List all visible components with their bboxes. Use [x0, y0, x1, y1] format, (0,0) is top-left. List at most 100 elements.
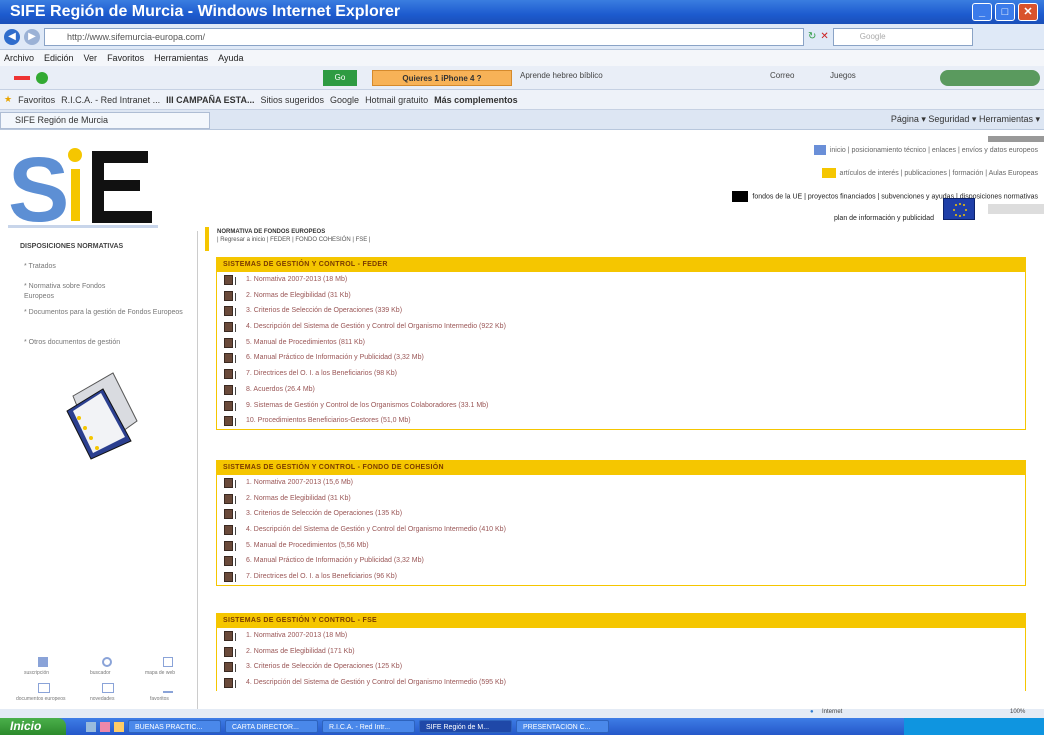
refresh-icon[interactable]: ↻	[808, 31, 816, 42]
tab-sife[interactable]: SIFE Región de Murcia	[0, 112, 210, 129]
back-button[interactable]: ◀	[4, 28, 20, 45]
quicklaunch-icon[interactable]	[100, 721, 110, 732]
section-links[interactable]: | Regresar a inicio | FEDER | FONDO COHE…	[217, 237, 1025, 243]
item-label[interactable]: 4. Descripción del Sistema de Gestión y …	[246, 323, 506, 330]
correo-link[interactable]: Correo	[770, 71, 794, 80]
list-item[interactable]: 4. Descripción del Sistema de Gestión y …	[217, 319, 1025, 335]
sidebar-item-documentos[interactable]: * Documentos para la gestión de Fondos E…	[24, 308, 194, 318]
item-label[interactable]: 9. Sistemas de Gestión y Control de los …	[246, 402, 488, 409]
item-label[interactable]: 6. Manual Práctico de Información y Publ…	[246, 354, 424, 361]
fav-item-google[interactable]: Google	[330, 95, 359, 105]
item-label[interactable]: 8. Acuerdos (26.4 Mb)	[246, 386, 315, 393]
juegos-link[interactable]: Juegos	[830, 71, 856, 80]
item-label[interactable]: 7. Directrices del O. I. a los Beneficia…	[246, 573, 397, 580]
list-item[interactable]: 4. Descripción del Sistema de Gestión y …	[217, 522, 1025, 538]
fav-item-hotmail[interactable]: Hotmail gratuito	[365, 95, 428, 105]
list-item[interactable]: 8. Acuerdos (26.4 Mb)	[217, 382, 1025, 398]
promo-button[interactable]: Quieres 1 iPhone 4 ?	[372, 70, 512, 86]
taskbar-item[interactable]: R.I.C.A. - Red Intr...	[322, 720, 415, 733]
start-button[interactable]: Inicio	[0, 718, 66, 735]
item-label[interactable]: 4. Descripción del Sistema de Gestión y …	[246, 526, 506, 533]
list-item[interactable]: 5. Manual de Procedimientos (811 Kb)	[217, 335, 1025, 351]
menu-item-archivo[interactable]: Archivo	[4, 50, 34, 66]
toolbar-search-field[interactable]	[940, 70, 1040, 86]
list-item[interactable]: 2. Normas de Elegibilidad (171 Kb)	[217, 644, 1025, 660]
list-item[interactable]: 1. Normativa 2007-2013 (18 Mb)	[217, 628, 1025, 644]
buscador-icon[interactable]	[102, 657, 112, 667]
item-label[interactable]: 1. Normativa 2007-2013 (18 Mb)	[246, 276, 347, 283]
item-label[interactable]: 2. Normas de Elegibilidad (31 Kb)	[246, 495, 351, 502]
list-item[interactable]: 3. Criterios de Selección de Operaciones…	[217, 659, 1025, 675]
sidebar-item-otros[interactable]: * Otros documentos de gestión	[24, 338, 194, 348]
nav-links-4[interactable]: plan de información y publicidad	[834, 215, 934, 222]
fav-item-rica[interactable]: R.I.C.A. - Red Intranet ...	[61, 95, 160, 105]
nav-links-2[interactable]: artículos de interés | publicaciones | f…	[840, 170, 1038, 177]
item-label[interactable]: 6. Manual Práctico de Información y Publ…	[246, 557, 424, 564]
list-item[interactable]: 3. Criterios de Selección de Operaciones…	[217, 303, 1025, 319]
aprende-link[interactable]: Aprende hebreo bíblico	[520, 71, 603, 80]
list-item[interactable]: 2. Normas de Elegibilidad (31 Kb)	[217, 288, 1025, 304]
quicklaunch-icon[interactable]	[114, 721, 124, 732]
status-zoom[interactable]: 100%	[1010, 709, 1025, 715]
menu-item-herramientas[interactable]: Herramientas	[154, 50, 208, 66]
taskbar-item[interactable]: BUENAS PRACTIC...	[128, 720, 221, 733]
item-label[interactable]: 10. Procedimientos Beneficiarios-Gestore…	[246, 417, 411, 424]
menu-item-ver[interactable]: Ver	[84, 50, 98, 66]
nav-links-3[interactable]: fondos de la UE | proyectos financiados …	[752, 193, 1038, 200]
toolbar-green-icon[interactable]	[36, 71, 48, 84]
list-item[interactable]: 6. Manual Práctico de Información y Publ…	[217, 350, 1025, 366]
documentos-icon[interactable]	[38, 683, 50, 693]
list-item[interactable]: 2. Normas de Elegibilidad (31 Kb)	[217, 491, 1025, 507]
taskbar-item[interactable]: PRESENTACION C...	[516, 720, 609, 733]
item-label[interactable]: 3. Criterios de Selección de Operaciones…	[246, 307, 402, 314]
fav-item-complementos[interactable]: Más complementos	[434, 95, 518, 105]
system-tray[interactable]	[904, 718, 1044, 735]
item-label[interactable]: 7. Directrices del O. I. a los Beneficia…	[246, 370, 397, 377]
menu-item-favoritos[interactable]: Favoritos	[107, 50, 144, 66]
item-label[interactable]: 5. Manual de Procedimientos (5,56 Mb)	[246, 542, 369, 549]
list-item[interactable]: 1. Normativa 2007-2013 (18 Mb)	[217, 272, 1025, 288]
suscripcion-icon[interactable]	[38, 657, 48, 667]
list-item[interactable]: 10. Procedimientos Beneficiarios-Gestore…	[217, 413, 1025, 429]
list-item[interactable]: 5. Manual de Procedimientos (5,56 Mb)	[217, 538, 1025, 554]
list-item[interactable]: 6. Manual Práctico de Información y Publ…	[217, 553, 1025, 569]
item-label[interactable]: 2. Normas de Elegibilidad (171 Kb)	[246, 648, 355, 655]
stop-icon[interactable]: ✕	[820, 31, 828, 42]
list-item[interactable]: 4. Descripción del Sistema de Gestión y …	[217, 675, 1025, 691]
taskbar-item[interactable]: SIFE Región de M...	[419, 720, 512, 733]
item-label[interactable]: 3. Criterios de Selección de Operaciones…	[246, 663, 402, 670]
list-item[interactable]: 7. Directrices del O. I. a los Beneficia…	[217, 366, 1025, 382]
fav-item-campana[interactable]: III CAMPAÑA ESTA...	[166, 95, 254, 105]
fav-item-sitios[interactable]: Sitios sugeridos	[260, 95, 324, 105]
list-item[interactable]: 9. Sistemas de Gestión y Control de los …	[217, 398, 1025, 414]
novedades-icon[interactable]	[102, 683, 114, 693]
list-item[interactable]: 1. Normativa 2007-2013 (15,6 Mb)	[217, 475, 1025, 491]
command-bar[interactable]: Página ▾ Seguridad ▾ Herramientas ▾	[891, 114, 1040, 125]
menu-item-edicion[interactable]: Edición	[44, 50, 74, 66]
forward-button[interactable]: ▶	[24, 28, 40, 45]
sidebar-item-tratados[interactable]: * Tratados	[24, 262, 194, 272]
address-input[interactable]: http://www.sifemurcia-europa.com/	[44, 27, 804, 46]
mapa-web-icon[interactable]	[163, 657, 173, 667]
item-label[interactable]: 5. Manual de Procedimientos (811 Kb)	[246, 339, 365, 346]
sife-logo[interactable]: S	[8, 143, 158, 228]
item-label[interactable]: 2. Normas de Elegibilidad (31 Kb)	[246, 292, 351, 299]
item-label[interactable]: 1. Normativa 2007-2013 (15,6 Mb)	[246, 479, 353, 486]
favorites-label[interactable]: Favoritos	[18, 95, 55, 105]
item-label[interactable]: 4. Descripción del Sistema de Gestión y …	[246, 679, 506, 686]
close-button[interactable]: ✕	[1018, 3, 1038, 21]
maximize-button[interactable]: □	[995, 3, 1015, 21]
menu-item-ayuda[interactable]: Ayuda	[218, 50, 243, 66]
sidebar-item-normativa[interactable]: * Normativa sobre Fondos Europeos	[24, 282, 134, 302]
item-label[interactable]: 3. Criterios de Selección de Operaciones…	[246, 510, 402, 517]
favorites-star-icon[interactable]: ★	[4, 94, 12, 105]
list-item[interactable]: 7. Directrices del O. I. a los Beneficia…	[217, 569, 1025, 585]
minimize-button[interactable]: _	[972, 3, 992, 21]
list-item[interactable]: 3. Criterios de Selección de Operaciones…	[217, 506, 1025, 522]
item-label[interactable]: 1. Normativa 2007-2013 (18 Mb)	[246, 632, 347, 639]
go-button[interactable]: Go	[323, 70, 357, 86]
nav-links-1[interactable]: inicio | posicionamiento técnico | enlac…	[830, 147, 1038, 154]
search-input[interactable]: Google	[832, 27, 973, 46]
quicklaunch-icon[interactable]	[86, 721, 96, 732]
toolbar-logo-icon[interactable]	[14, 75, 30, 80]
